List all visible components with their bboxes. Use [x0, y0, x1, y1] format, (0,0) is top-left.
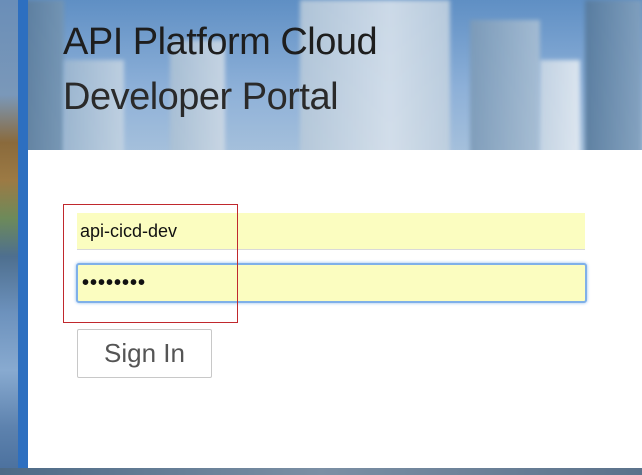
building-image [540, 60, 580, 160]
page-title: API Platform Cloud [63, 21, 378, 63]
left-accent-strip [0, 0, 28, 475]
building-image [470, 20, 540, 160]
building-image [585, 0, 642, 160]
bottom-border [0, 468, 642, 475]
sign-in-button[interactable]: Sign In [77, 329, 212, 378]
page-subtitle: Developer Portal [63, 76, 339, 118]
highlight-box [63, 204, 238, 323]
